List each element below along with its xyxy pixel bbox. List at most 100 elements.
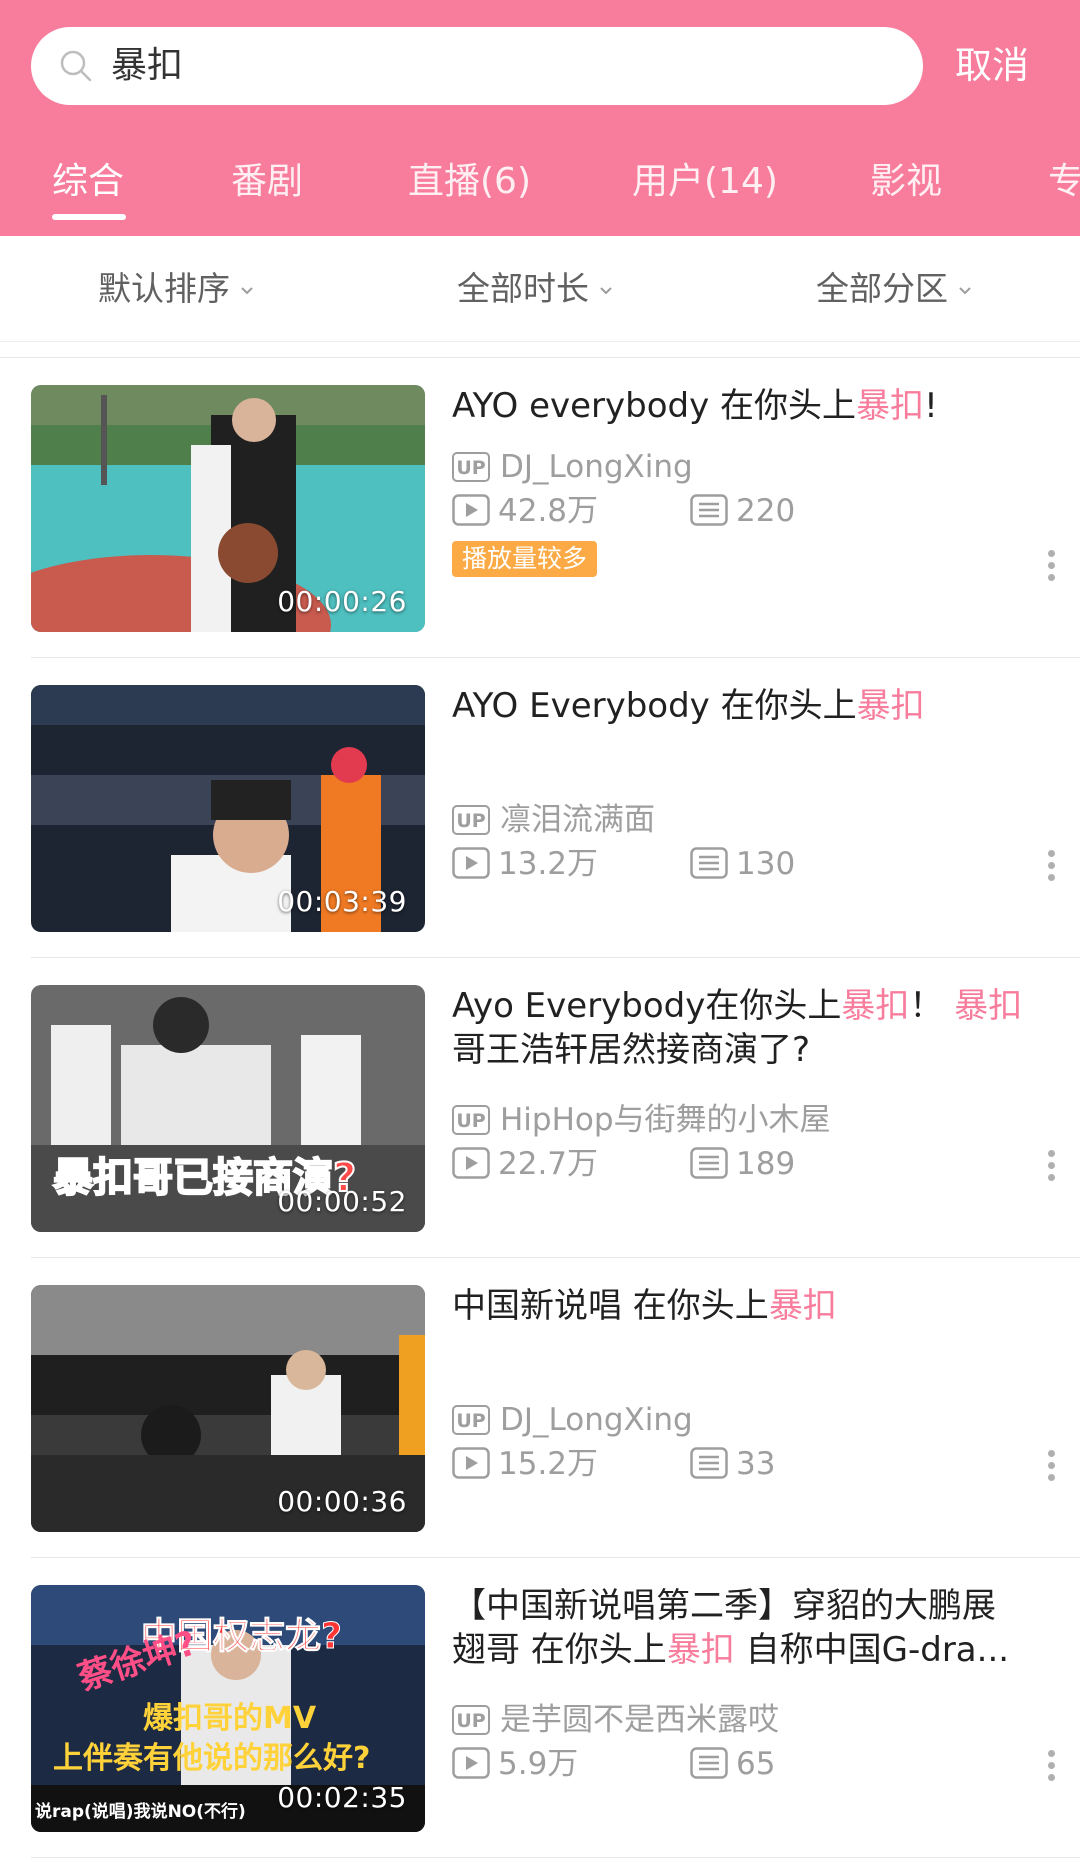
thumbnail-caption: 说rap(说唱)我说NO(不行) <box>35 1802 246 1822</box>
video-title[interactable]: 中国新说唱 在你头上暴扣 <box>452 1284 1052 1328</box>
title-highlight: 暴扣 <box>856 386 925 426</box>
cancel-button[interactable]: 取消 <box>955 27 1029 105</box>
thumbnail-caption: 上伴奏有他说的那么好? <box>53 1741 371 1776</box>
more-options-icon[interactable] <box>1045 1450 1057 1490</box>
video-title[interactable]: AYO Everybody 在你头上暴扣 <box>452 684 1052 728</box>
video-title[interactable]: 【中国新说唱第二季】穿貂的大鹏展 翅哥 在你头上暴扣 自称中国G-dra... <box>452 1584 1052 1672</box>
search-input[interactable]: 暴扣 <box>31 27 923 105</box>
play-icon <box>452 846 490 879</box>
uploader-name: 凛泪流满面 <box>500 802 655 838</box>
tab-movies[interactable]: 影视 <box>870 152 942 204</box>
chevron-down-icon <box>959 286 971 294</box>
up-icon: UP <box>452 1104 490 1135</box>
tab-live[interactable]: 直播(6) <box>408 152 531 204</box>
view-count: 15.2万 <box>452 1444 598 1484</box>
comment-icon <box>690 846 728 879</box>
uploader[interactable]: UP DJ_LongXing <box>452 447 693 487</box>
uploader-name: HipHop与街舞的小木屋 <box>500 1102 831 1138</box>
view-count: 22.7万 <box>452 1144 598 1184</box>
comment-count-value: 33 <box>736 1446 776 1482</box>
title-highlight: 暴扣 <box>954 986 1023 1026</box>
up-icon: UP <box>452 1704 490 1735</box>
zone-filter[interactable]: 全部分区 <box>816 236 972 342</box>
title-text: AYO Everybody 在你头上 <box>452 686 857 726</box>
filter-bar: 默认排序 全部时长 全部分区 <box>0 236 1080 342</box>
tab-special[interactable]: 专 <box>1048 152 1080 204</box>
title-text: ！ <box>909 986 955 1026</box>
comment-count-value: 220 <box>736 493 796 529</box>
more-options-icon[interactable] <box>1045 550 1057 590</box>
comment-count: 220 <box>690 491 795 531</box>
video-item[interactable]: 暴扣哥已接商演? 00:00:52 Ayo Everybody在你头上暴扣！ 暴… <box>0 958 1080 1258</box>
comment-count-value: 189 <box>736 1146 796 1182</box>
title-text: 【中国新说唱第二季】穿貂的大鹏展 <box>452 1586 996 1626</box>
chevron-down-icon <box>241 286 253 294</box>
video-thumbnail[interactable]: 00:03:39 <box>31 685 425 932</box>
comment-count: 33 <box>690 1444 775 1484</box>
uploader[interactable]: UP 是芋圆不是西米露哎 <box>452 1700 779 1740</box>
sort-filter-label: 默认排序 <box>98 269 230 308</box>
zone-filter-label: 全部分区 <box>816 269 948 308</box>
video-thumbnail[interactable]: 00:00:26 <box>31 385 425 632</box>
comment-icon <box>690 1146 728 1179</box>
view-count-value: 42.8万 <box>498 493 599 529</box>
video-thumbnail[interactable]: 暴扣哥已接商演? 00:00:52 <box>31 985 425 1232</box>
title-text: ! <box>924 386 938 426</box>
view-count-value: 13.2万 <box>498 846 599 882</box>
tab-bangumi[interactable]: 番剧 <box>231 152 303 204</box>
item-divider <box>31 1857 1080 1858</box>
popular-badge: 播放量较多 <box>452 541 598 577</box>
more-options-icon[interactable] <box>1045 850 1057 890</box>
title-text: 哥王浩轩居然接商演了? <box>452 1030 811 1070</box>
video-item[interactable]: 00:00:36 中国新说唱 在你头上暴扣 UP DJ_LongXing 15.2… <box>0 1258 1080 1558</box>
duration-filter-label: 全部时长 <box>457 269 589 308</box>
up-icon: UP <box>452 451 490 482</box>
title-text: Ayo Everybody在你头上 <box>452 986 842 1026</box>
title-highlight: 暴扣 <box>841 986 910 1026</box>
play-icon <box>452 1146 490 1179</box>
up-icon: UP <box>452 804 490 835</box>
view-count-value: 5.9万 <box>498 1746 579 1782</box>
title-highlight: 暴扣 <box>768 1286 837 1326</box>
video-duration: 00:03:39 <box>277 885 407 918</box>
video-duration: 00:00:52 <box>277 1185 407 1218</box>
list-top-divider <box>0 342 1080 358</box>
video-duration: 00:02:35 <box>277 1781 407 1814</box>
tab-users[interactable]: 用户(14) <box>632 152 778 204</box>
uploader[interactable]: UP DJ_LongXing <box>452 1400 693 1440</box>
comment-count-value: 65 <box>736 1746 776 1782</box>
title-text: 自称中国G-dra... <box>734 1630 1010 1670</box>
sort-filter[interactable]: 默认排序 <box>98 236 254 342</box>
comment-count: 130 <box>690 844 795 884</box>
comment-icon <box>690 493 728 526</box>
comment-count: 65 <box>690 1744 775 1784</box>
comment-count: 189 <box>690 1144 795 1184</box>
view-count: 13.2万 <box>452 844 598 884</box>
view-count: 42.8万 <box>452 491 598 531</box>
video-title[interactable]: AYO everybody 在你头上暴扣! <box>452 384 1052 428</box>
video-title[interactable]: Ayo Everybody在你头上暴扣！ 暴扣 哥王浩轩居然接商演了? <box>452 984 1052 1072</box>
title-text: 中国新说唱 在你头上 <box>452 1286 769 1326</box>
view-count: 5.9万 <box>452 1744 578 1784</box>
tab-all[interactable]: 综合 <box>52 152 124 204</box>
thumbnail-caption: 爆扣哥的MV <box>143 1701 317 1736</box>
uploader[interactable]: UP 凛泪流满面 <box>452 800 655 840</box>
video-item[interactable]: 中国权志龙? 蔡徐坤? 爆扣哥的MV 上伴奏有他说的那么好? 说rap(说唱)我… <box>0 1558 1080 1858</box>
video-thumbnail[interactable]: 00:00:36 <box>31 1285 425 1532</box>
play-icon <box>452 1746 490 1779</box>
search-query[interactable]: 暴扣 <box>111 27 183 105</box>
comment-icon <box>690 1746 728 1779</box>
up-icon: UP <box>452 1404 490 1435</box>
more-options-icon[interactable] <box>1045 1750 1057 1790</box>
more-options-icon[interactable] <box>1045 1150 1057 1190</box>
search-icon <box>60 50 92 82</box>
uploader-name: DJ_LongXing <box>500 1402 693 1438</box>
duration-filter[interactable]: 全部时长 <box>457 236 613 342</box>
view-count-value: 15.2万 <box>498 1446 599 1482</box>
video-thumbnail[interactable]: 中国权志龙? 蔡徐坤? 爆扣哥的MV 上伴奏有他说的那么好? 说rap(说唱)我… <box>31 1585 425 1832</box>
uploader[interactable]: UP HipHop与街舞的小木屋 <box>452 1100 831 1140</box>
video-item[interactable]: 00:00:26 AYO everybody 在你头上暴扣! UP DJ_Long… <box>0 358 1080 658</box>
title-highlight: 暴扣 <box>666 1630 735 1670</box>
video-item[interactable]: 00:03:39 AYO Everybody 在你头上暴扣 UP 凛泪流满面 13… <box>0 658 1080 958</box>
comment-icon <box>690 1446 728 1479</box>
